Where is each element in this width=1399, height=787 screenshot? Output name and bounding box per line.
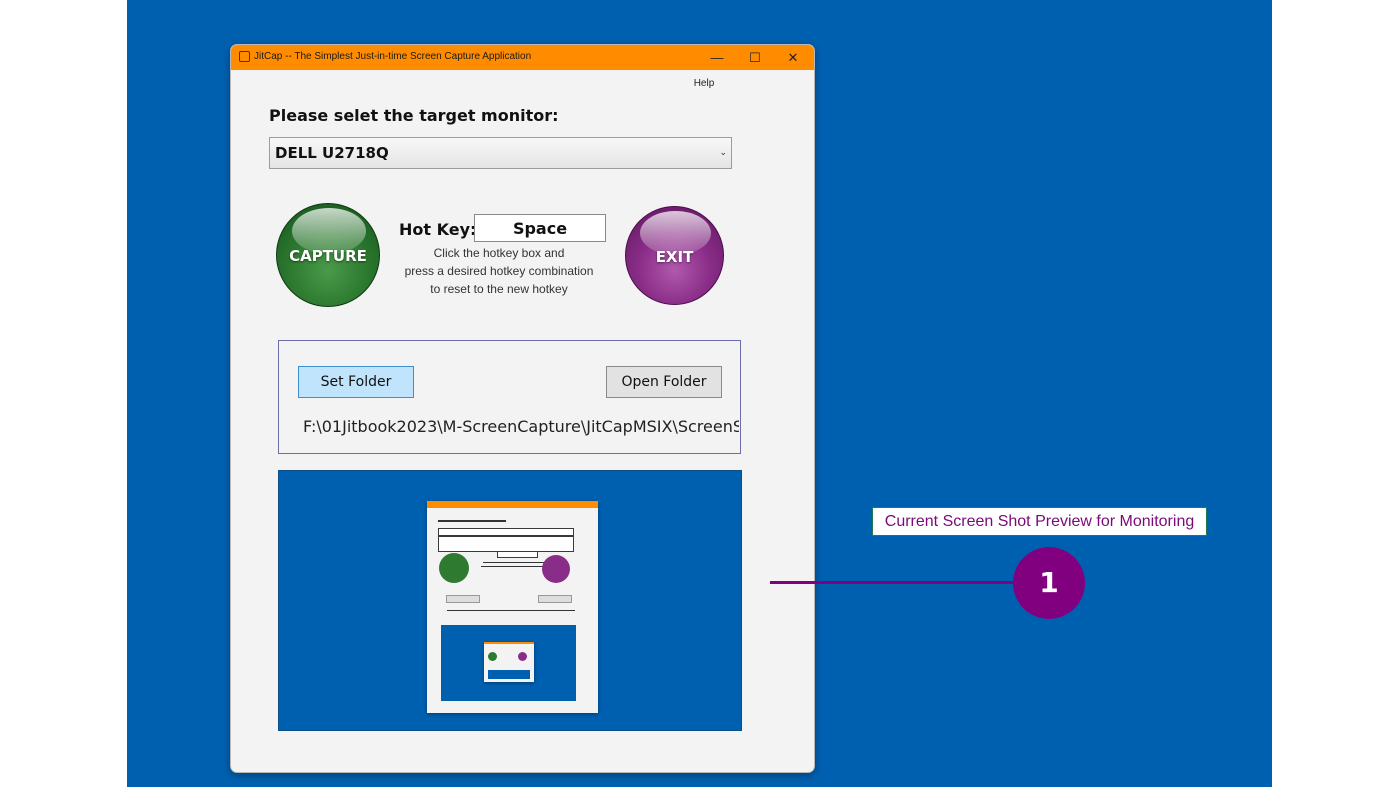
hotkey-hint-line: press a desired hotkey combination [404, 264, 594, 278]
capture-button[interactable]: CAPTURE [276, 203, 380, 307]
preview-text [483, 562, 547, 563]
screenshot-preview [278, 470, 742, 731]
preview-dropdown [438, 528, 574, 536]
annotation-number-badge: 1 [1013, 547, 1085, 619]
maximize-button[interactable]: ☐ [736, 45, 774, 70]
monitor-selected-value: DELL U2718Q [275, 144, 389, 162]
help-menu[interactable]: Help [687, 75, 721, 93]
annotation-connector [770, 581, 1016, 584]
preview-text [438, 520, 506, 522]
preview-nested-area [488, 670, 530, 679]
preview-nested-orb [518, 652, 527, 661]
preview-text [481, 566, 549, 567]
annotation-label: Current Screen Shot Preview for Monitori… [872, 507, 1207, 536]
close-button[interactable]: ✕ [774, 45, 812, 70]
preview-titlebar [427, 501, 598, 508]
preview-nested-titlebar [484, 642, 534, 644]
preview-hotkey-box [497, 551, 538, 558]
preview-button [538, 595, 572, 603]
hotkey-label: Hot Key: [399, 220, 477, 239]
preview-window-thumbnail [427, 501, 598, 713]
capture-label: CAPTURE [289, 247, 367, 265]
window-title: JitCap -- The Simplest Just-in-time Scre… [254, 51, 532, 62]
hotkey-input[interactable]: Space [474, 214, 606, 242]
monitor-label: Please selet the target monitor: [269, 106, 559, 125]
preview-text [447, 610, 575, 611]
folder-panel: Set Folder Open Folder F:\01Jitbook2023\… [278, 340, 741, 454]
title-bar[interactable]: JitCap -- The Simplest Just-in-time Scre… [231, 45, 814, 70]
chevron-down-icon: ⌄ [719, 147, 727, 157]
open-folder-button[interactable]: Open Folder [606, 366, 722, 398]
preview-capture-orb [439, 553, 469, 583]
hotkey-hint-line: to reset to the new hotkey [430, 282, 568, 296]
hotkey-hint: Click the hotkey box and press a desired… [391, 244, 607, 298]
hotkey-hint-line: Click the hotkey box and [433, 246, 565, 260]
preview-dropdown-list [438, 536, 574, 552]
exit-button[interactable]: EXIT [625, 206, 724, 305]
preview-button [446, 595, 480, 603]
monitor-select[interactable]: DELL U2718Q ⌄ [269, 137, 732, 169]
set-folder-button[interactable]: Set Folder [298, 366, 414, 398]
app-icon [239, 51, 250, 62]
exit-label: EXIT [655, 248, 694, 266]
preview-nested-window [484, 642, 534, 682]
jitcap-window: JitCap -- The Simplest Just-in-time Scre… [230, 44, 815, 773]
preview-exit-orb [542, 555, 570, 583]
minimize-button[interactable]: — [698, 45, 736, 70]
preview-nested-orb [488, 652, 497, 661]
folder-path: F:\01Jitbook2023\M-ScreenCapture\JitCapM… [303, 417, 739, 436]
